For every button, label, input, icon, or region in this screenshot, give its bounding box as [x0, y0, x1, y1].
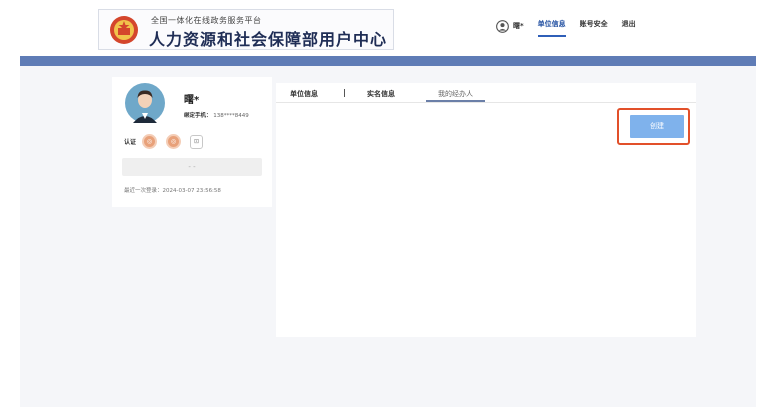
create-button-highlight [617, 108, 690, 145]
cert-badge-icon[interactable]: ◎ [166, 134, 182, 149]
phone-value: 138****8449 [213, 113, 249, 119]
tab-my-agents[interactable]: 我的经办人 [426, 89, 485, 102]
cert-badge-inactive-icon[interactable]: ⊡ [190, 134, 204, 149]
tab-divider [344, 89, 345, 97]
tab-bar: 单位信息 实名信息 我的经办人 [276, 83, 696, 103]
profile-action-button[interactable]: - - [122, 158, 262, 176]
phone-label: 绑定手机： [184, 113, 212, 119]
nav-company-info[interactable]: 单位信息 [537, 19, 566, 37]
user-nav: 曙* 单位信息 账号安全 退出 [496, 19, 650, 37]
profile-phone: 绑定手机： 138****8449 [184, 111, 249, 119]
header-accent-band [20, 56, 756, 66]
tab-company-info[interactable]: 单位信息 [290, 89, 318, 99]
cert-label: 认证 [124, 139, 137, 146]
site-logo[interactable]: 全国一体化在线政务服务平台 人力资源和社会保障部用户中心 [98, 9, 394, 50]
nav-username[interactable]: 曙* [513, 21, 524, 31]
national-emblem-icon [110, 16, 138, 44]
user-avatar-icon [496, 19, 509, 33]
certification-row: 认证 ◎ ◎ ⊡ [124, 134, 212, 149]
tab-realname-info[interactable]: 实名信息 [367, 89, 395, 99]
cert-badge-icon[interactable]: ◎ [142, 134, 158, 149]
nav-account-security[interactable]: 账号安全 [580, 19, 608, 33]
last-login: 最近一次登录：2024-03-07 23:56:58 [124, 188, 221, 194]
top-header: 全国一体化在线政务服务平台 人力资源和社会保障部用户中心 曙* 单位信息 账号安… [0, 0, 768, 56]
nav-logout[interactable]: 退出 [622, 19, 636, 33]
profile-name: 曙* [184, 95, 200, 106]
logo-title: 人力资源和社会保障部用户中心 [149, 30, 388, 49]
user-avatar [125, 83, 165, 123]
logo-subtitle: 全国一体化在线政务服务平台 [151, 16, 262, 25]
profile-card: 曙* 绑定手机： 138****8449 认证 ◎ ◎ ⊡ - - 最近一次登录… [112, 77, 272, 207]
